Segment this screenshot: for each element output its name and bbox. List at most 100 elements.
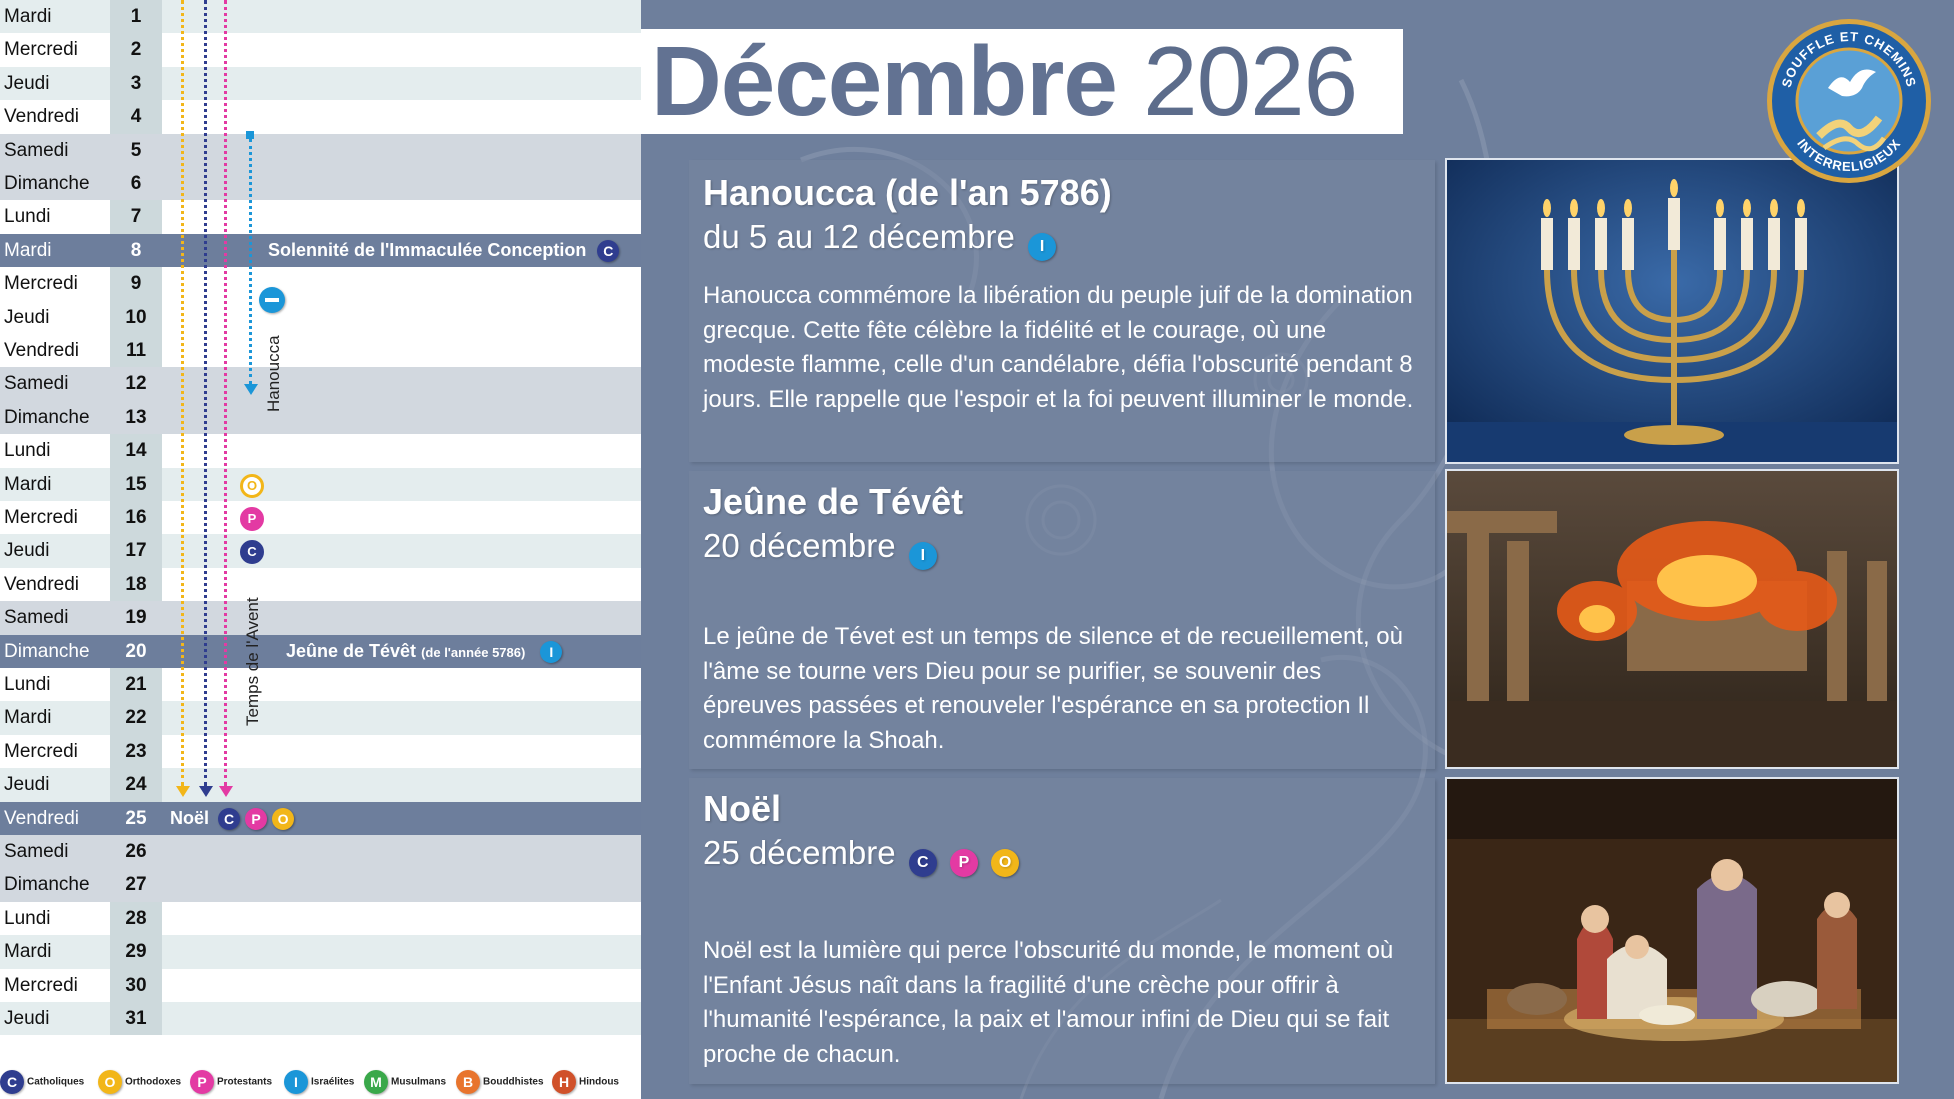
day-name: Mardi: [0, 467, 110, 501]
calendar-row: Mercredi 23: [0, 734, 641, 769]
legend-label: Protestants: [217, 1076, 273, 1088]
legend-badge: M: [364, 1070, 388, 1094]
catholic-period-arrow: [199, 786, 213, 797]
catholic-badge: C: [597, 240, 620, 263]
day-name: Vendredi: [0, 567, 110, 602]
day-number: 5: [110, 133, 162, 167]
row-content: [162, 901, 641, 936]
calendar-row: Lundi 28: [0, 901, 641, 936]
row-content: [162, 33, 641, 67]
row-content: [162, 300, 641, 334]
month-title-box: Décembre 2026: [641, 29, 1403, 134]
protestant-period-arrow: [219, 786, 233, 797]
israelite-minus-icon: [259, 287, 285, 313]
day-name: Vendredi: [0, 100, 110, 134]
nativity-scene-photo: [1445, 777, 1899, 1084]
hanoucca-period-arrow: [244, 384, 258, 395]
event-date: 20 décembre I: [703, 527, 937, 570]
catholic-badge: C: [218, 807, 241, 830]
calendar-row: Mardi 29: [0, 935, 641, 969]
row-content: [162, 200, 641, 234]
calendar-row: Lundi 7: [0, 200, 641, 234]
day-name: Mercredi: [0, 968, 110, 1002]
legend-label: Bouddhistes: [483, 1076, 544, 1088]
day-number: 23: [110, 734, 162, 769]
day-name: Mercredi: [0, 734, 110, 769]
legend-badge: C: [0, 1070, 24, 1094]
calendar-row: Jeudi 17: [0, 534, 641, 568]
row-content: [162, 768, 641, 802]
row-content: Jeûne de Tévêt (de l'année 5786) I: [162, 634, 641, 668]
day-number: 2: [110, 33, 162, 67]
day-name: Dimanche: [0, 868, 110, 902]
year: 2026: [1143, 26, 1358, 136]
day-number: 21: [110, 668, 162, 702]
day-name: Mardi: [0, 701, 110, 735]
calendar-row: Dimanche 6: [0, 167, 641, 201]
event-title: Jeûne de Tévêt: [703, 481, 964, 522]
legend-badge: I: [284, 1070, 308, 1094]
avent-vertical-label: Temps de l'Avent: [243, 597, 262, 726]
day-number: 16: [110, 501, 162, 535]
hanoucca-period-line: [249, 139, 252, 384]
legend-label: Orthodoxes: [125, 1076, 182, 1088]
day-number: 6: [110, 167, 162, 201]
day-number: 18: [110, 567, 162, 602]
legend-item: B Bouddhistes: [456, 1070, 544, 1095]
day-name: Jeudi: [0, 66, 110, 101]
orthodox-badge-day15: O: [240, 474, 264, 498]
day-number: 4: [110, 100, 162, 134]
calendar-row: Mercredi 9: [0, 267, 641, 301]
day-name: Vendredi: [0, 801, 110, 835]
row-content: [162, 167, 641, 201]
calendar-row: Vendredi 11: [0, 334, 641, 368]
event-title: Hanoucca (de l'an 5786): [703, 172, 1112, 213]
souffle-et-chemins-logo: SOUFFLE ET CHEMINS INTERRELIGIEUX: [1767, 19, 1931, 183]
day-name: Jeudi: [0, 1002, 110, 1036]
event-card-noel: Noël 25 décembre C P O Noël est la lumiè…: [689, 778, 1435, 1084]
day-number: 31: [110, 1002, 162, 1036]
day-number: 10: [110, 300, 162, 334]
row-content: [162, 467, 641, 501]
calendar-row: Dimanche 20 Jeûne de Tévêt (de l'année 578…: [0, 634, 641, 668]
calendar-row: Vendredi 4: [0, 100, 641, 134]
row-content: [162, 567, 641, 602]
calendar-row: Vendredi 18: [0, 567, 641, 602]
catholic-period-line: [204, 0, 207, 786]
day-name: Lundi: [0, 668, 110, 702]
calendar-row: Samedi 5: [0, 133, 641, 167]
row-content: [162, 601, 641, 635]
legend-label: Israélites: [311, 1076, 355, 1088]
day-name: Dimanche: [0, 634, 110, 668]
day-number: 25: [110, 801, 162, 835]
day-name: Jeudi: [0, 300, 110, 334]
day-name: Vendredi: [0, 334, 110, 368]
day-name: Samedi: [0, 133, 110, 167]
calendar-row: Mercredi 30: [0, 968, 641, 1002]
event-description: Noël est la lumière qui perce l'obscurit…: [703, 937, 1394, 1068]
legend-label: Catholiques: [27, 1076, 85, 1088]
catholic-badge-day17: C: [240, 540, 264, 564]
orthodox-badge: O: [991, 849, 1020, 877]
calendar-row: Samedi 12: [0, 367, 641, 401]
legend-item: H Hindous: [552, 1070, 619, 1095]
catholic-badge: C: [908, 849, 937, 877]
row-content: [162, 935, 641, 969]
day-name: Lundi: [0, 200, 110, 234]
calendar-row: Vendredi 25 Noël C P O: [0, 801, 641, 835]
calendar-row: Samedi 19: [0, 601, 641, 635]
calendar-row: Mardi 8 Solennité de l'Immaculée Conceptio…: [0, 233, 641, 268]
day-name: Mardi: [0, 233, 110, 268]
row-content: [162, 400, 641, 435]
day-name: Mardi: [0, 0, 110, 34]
event-date: du 5 au 12 décembre I: [703, 218, 1057, 261]
protestant-badge: P: [949, 849, 978, 877]
calendar-row: Jeudi 24: [0, 768, 641, 802]
day-name: Mercredi: [0, 501, 110, 535]
calendar-row: Mardi 1: [0, 0, 641, 34]
day-name: Samedi: [0, 601, 110, 635]
legend-item: O Orthodoxes: [98, 1070, 181, 1095]
legend-label: Hindous: [579, 1076, 619, 1088]
calendar-row: Jeudi 31: [0, 1002, 641, 1036]
event-date: 25 décembre C P O: [703, 834, 1020, 877]
